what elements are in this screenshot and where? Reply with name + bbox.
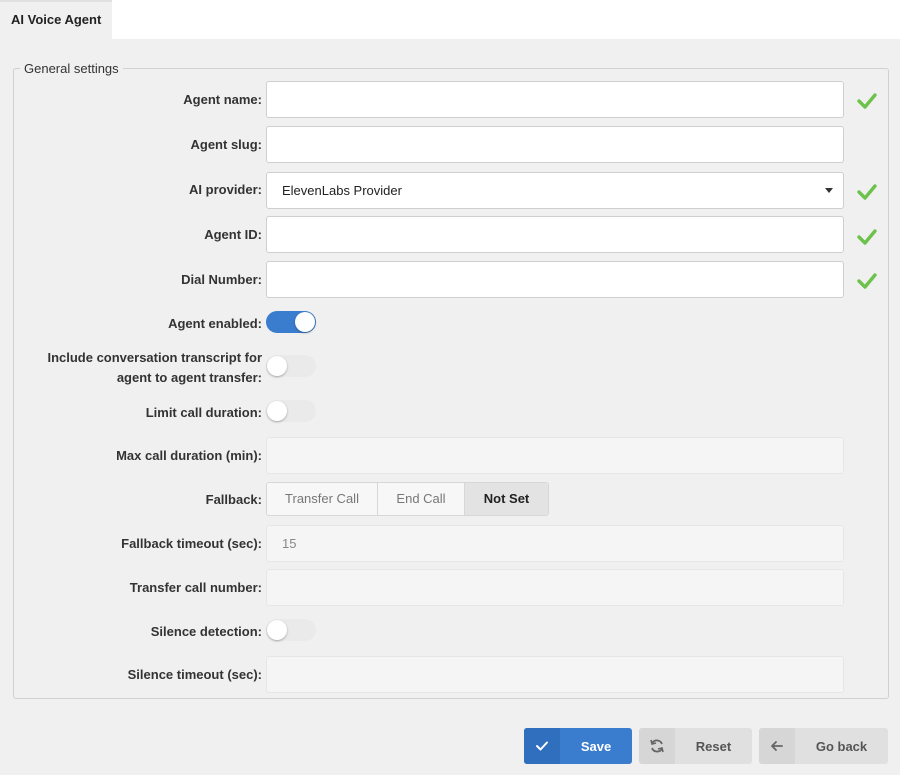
toggle-knob [267,620,287,640]
fallback-segmented-control: Transfer Call End Call Not Set [266,482,549,516]
fallback-timeout-label: Fallback timeout (sec): [121,536,262,551]
dial-number-valid-checkmark-icon [857,273,877,289]
agent-enabled-toggle[interactable] [266,311,316,333]
transfer-call-number-input[interactable] [266,569,844,606]
dial-number-label: Dial Number: [181,272,262,287]
toggle-knob [267,356,287,376]
ai-provider-label: AI provider: [189,182,262,197]
agent-enabled-label: Agent enabled: [168,316,262,331]
limit-call-duration-toggle[interactable] [266,400,316,422]
limit-call-duration-label: Limit call duration: [145,405,262,420]
fallback-option-end-call[interactable]: End Call [378,483,465,515]
check-icon [524,728,560,764]
fallback-option-not-set[interactable]: Not Set [465,483,548,515]
ai-provider-valid-checkmark-icon [857,184,877,200]
agent-slug-label: Agent slug: [190,137,263,152]
fallback-timeout-input[interactable]: 15 [266,525,844,562]
go-back-button-label: Go back [815,738,868,754]
save-button-label: Save [580,738,612,754]
arrow-left-icon [759,728,795,764]
dial-number-input[interactable] [266,261,844,298]
agent-id-input[interactable] [266,216,844,253]
agent-slug-input[interactable] [266,126,844,163]
max-call-duration-label: Max call duration (min): [116,448,262,463]
reset-button-label: Reset [695,738,732,754]
silence-detection-label: Silence detection: [150,624,262,639]
toggle-knob [295,312,315,332]
refresh-icon [639,728,675,764]
include-transcript-toggle[interactable] [266,355,316,377]
ai-provider-select[interactable]: ElevenLabs Provider [266,172,844,209]
reset-button[interactable]: Reset [639,728,752,764]
agent-id-valid-checkmark-icon [857,229,877,245]
ai-provider-value: ElevenLabs Provider [282,183,402,198]
include-transcript-label: Include conversation transcript for agen… [47,350,262,385]
tab-ai-voice-agent[interactable]: AI Voice Agent [0,0,112,39]
agent-name-valid-checkmark-icon [857,93,877,109]
toggle-knob [267,401,287,421]
fallback-option-transfer-call[interactable]: Transfer Call [267,483,378,515]
silence-detection-toggle[interactable] [266,619,316,641]
section-legend: General settings [24,61,119,76]
agent-name-label: Agent name: [183,92,262,107]
agent-name-input[interactable] [266,81,844,118]
fallback-label: Fallback: [205,492,262,507]
silence-timeout-label: Silence timeout (sec): [127,667,262,682]
agent-id-label: Agent ID: [204,227,262,242]
max-call-duration-input[interactable] [266,437,844,474]
go-back-button[interactable]: Go back [759,728,888,764]
chevron-down-icon [825,188,833,193]
tab-bar: AI Voice Agent [0,0,900,39]
silence-timeout-input[interactable] [266,656,844,693]
save-button[interactable]: Save [524,728,632,764]
transfer-call-number-label: Transfer call number: [129,580,262,595]
